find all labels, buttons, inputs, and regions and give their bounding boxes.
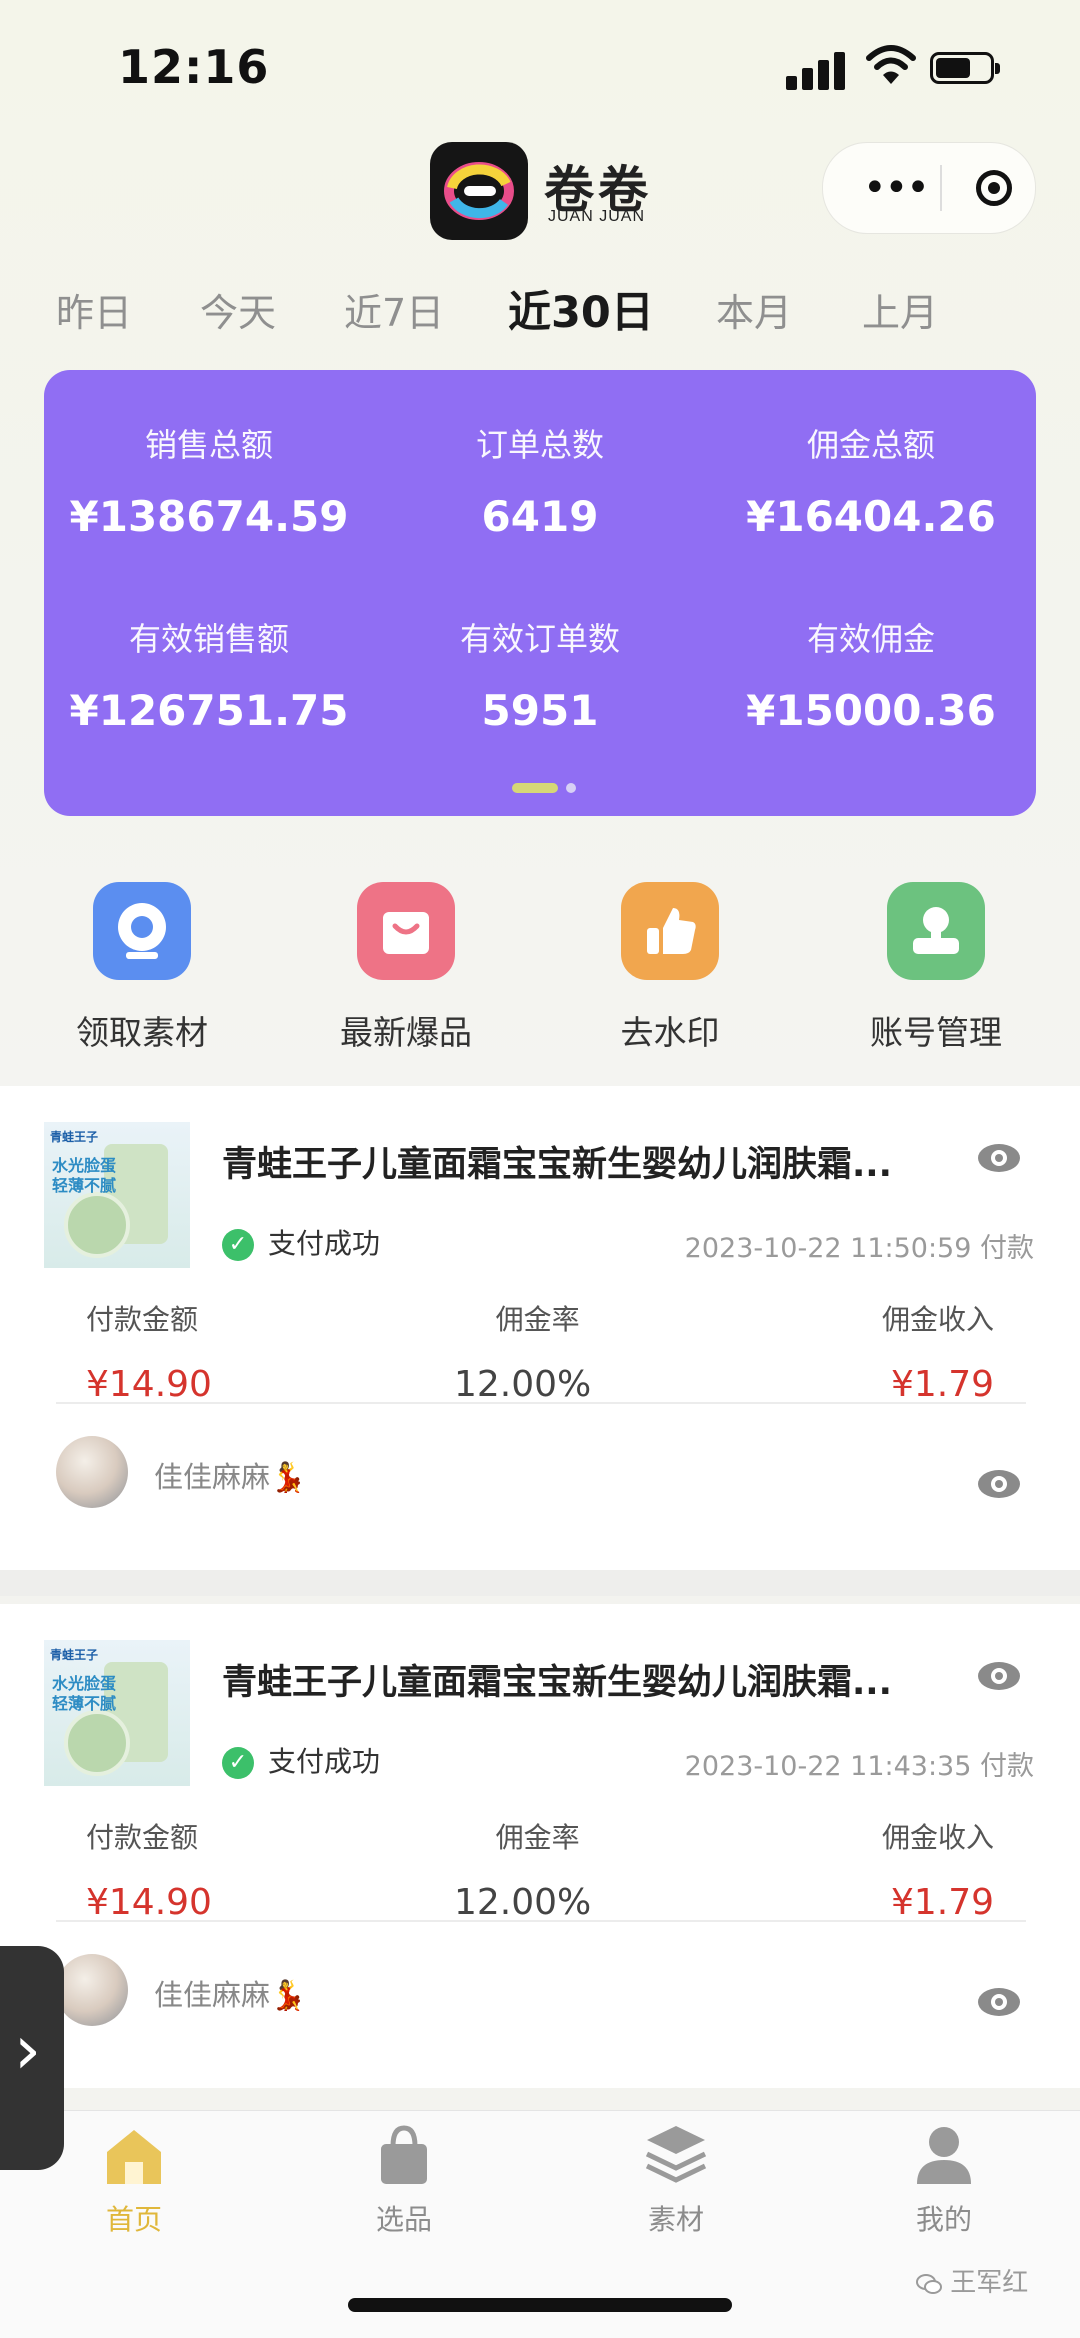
stats-card[interactable]: 销售总额 ¥138674.59 订单总数 6419 佣金总额 ¥16404.26… (44, 370, 1036, 816)
user-name: 佳佳麻麻💃 (154, 1978, 307, 2012)
stat-valid-commission: 有效佣金 ¥15000.36 (746, 620, 996, 735)
stat-sales-total: 销售总额 ¥138674.59 (69, 426, 349, 541)
app-logo (430, 142, 528, 240)
payment-time: 2023-10-22 11:50:59 付款 (684, 1233, 1034, 1264)
mini-program-capsule: ••• (822, 142, 1036, 234)
home-icon (99, 2120, 169, 2190)
action-hot-products[interactable]: 最新爆品 (296, 882, 516, 1054)
commission-income: 佣金收入 ¥1.79 (882, 1821, 995, 1923)
eye-icon[interactable] (978, 1988, 1020, 2016)
tab-last-month[interactable]: 上月 (862, 282, 938, 337)
tab-7-days[interactable]: 近7日 (344, 282, 444, 337)
watermark: 王军红 (916, 2262, 1028, 2299)
status-bar: 12:16 (0, 0, 1080, 120)
close-target-icon[interactable] (976, 170, 1012, 206)
app-subname: JUAN JUAN (548, 208, 646, 225)
payment-status: ✓ 支付成功 (222, 1740, 380, 1780)
order-card[interactable]: 青蛙王子 水光脸蛋 轻薄不腻 青蛙王子儿童面霜宝宝新生婴幼儿润肤霜... ✓ 支付成… (0, 1086, 1080, 1570)
user-icon (909, 2120, 979, 2190)
eye-icon[interactable] (978, 1144, 1020, 1172)
tabbar-material[interactable]: 素材 (596, 2120, 756, 2238)
tabbar-home[interactable]: 首页 (54, 2120, 214, 2238)
action-get-material[interactable]: 领取素材 (32, 882, 252, 1054)
tabbar-select[interactable]: 选品 (324, 2120, 484, 2238)
user-stamp-icon (887, 882, 985, 980)
product-title[interactable]: 青蛙王子儿童面霜宝宝新生婴幼儿润肤霜... (222, 1654, 912, 1705)
camera-icon (93, 882, 191, 980)
avatar (56, 1954, 128, 2026)
more-icon[interactable]: ••• (863, 168, 930, 208)
commission-rate: 佣金率 12.00% (454, 1821, 592, 1923)
product-thumbnail[interactable]: 青蛙王子 水光脸蛋 轻薄不腻 (44, 1122, 190, 1268)
avatar (56, 1436, 128, 1508)
pay-amount: 付款金额 ¥14.90 (86, 1303, 212, 1405)
signal-icon (786, 50, 848, 90)
status-time: 12:16 (118, 40, 270, 94)
chevron-right-icon: › (14, 2011, 42, 2090)
order-card[interactable]: 青蛙王子 水光脸蛋 轻薄不腻 青蛙王子儿童面霜宝宝新生婴幼儿润肤霜... ✓ 支付成… (0, 1604, 1080, 2088)
commission-rate: 佣金率 12.00% (454, 1303, 592, 1405)
eye-icon[interactable] (978, 1662, 1020, 1690)
shopping-bag-icon (357, 882, 455, 980)
stat-commission-total: 佣金总额 ¥16404.26 (746, 426, 996, 541)
stat-valid-sales: 有效销售额 ¥126751.75 (69, 620, 349, 735)
commission-income: 佣金收入 ¥1.79 (882, 1303, 995, 1405)
action-remove-watermark[interactable]: 去水印 (560, 882, 780, 1054)
payment-time: 2023-10-22 11:43:35 付款 (684, 1751, 1034, 1782)
shopping-bag-icon (369, 2120, 439, 2190)
wifi-icon (866, 45, 916, 84)
side-expand-tab[interactable]: › (0, 1946, 64, 2170)
tab-30-days[interactable]: 近30日 (508, 278, 654, 340)
stat-valid-orders: 有效订单数 5951 (459, 620, 620, 735)
stat-orders-total: 订单总数 6419 (475, 426, 604, 541)
layers-icon (641, 2120, 711, 2190)
tab-today[interactable]: 今天 (200, 282, 276, 337)
check-icon: ✓ (222, 1229, 254, 1261)
pay-amount: 付款金额 ¥14.90 (86, 1821, 212, 1923)
eye-icon[interactable] (978, 1470, 1020, 1498)
battery-icon (930, 52, 1000, 84)
payment-status: ✓ 支付成功 (222, 1222, 380, 1262)
product-title[interactable]: 青蛙王子儿童面霜宝宝新生婴幼儿润肤霜... (222, 1136, 912, 1187)
wechat-icon (916, 2273, 942, 2294)
action-account-manage[interactable]: 账号管理 (826, 882, 1046, 1054)
tab-yesterday[interactable]: 昨日 (56, 282, 132, 337)
tab-this-month[interactable]: 本月 (716, 282, 792, 337)
product-thumbnail[interactable]: 青蛙王子 水光脸蛋 轻薄不腻 (44, 1640, 190, 1786)
user-name: 佳佳麻麻💃 (154, 1460, 307, 1494)
home-indicator (348, 2298, 732, 2312)
date-range-tabs: 昨日 今天 近7日 近30日 本月 上月 (0, 282, 1080, 352)
check-icon: ✓ (222, 1747, 254, 1779)
thumbs-up-icon (621, 882, 719, 980)
tabbar-mine[interactable]: 我的 (864, 2120, 1024, 2238)
